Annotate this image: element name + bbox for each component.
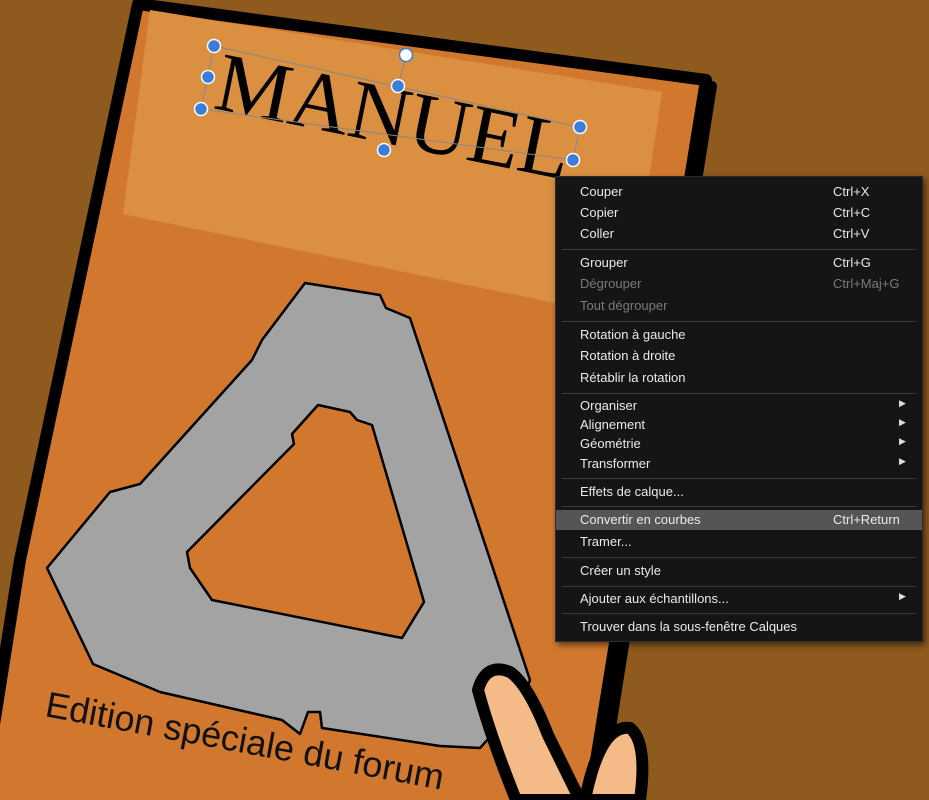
submenu-arrow-icon: ▶ — [899, 417, 906, 427]
resize-handle[interactable] — [565, 152, 581, 168]
menu-item-ungroup: Dégrouper Ctrl+Maj+G — [556, 274, 922, 294]
menu-item-reset-rotation[interactable]: Rétablir la rotation — [556, 368, 922, 388]
submenu-arrow-icon: ▶ — [899, 398, 906, 408]
menu-item-label: Trouver dans la sous-fenêtre Calques — [580, 619, 798, 634]
menu-item-add-to-swatches[interactable]: Ajouter aux échantillons... ▶ — [556, 589, 922, 609]
menu-item-label: Rotation à droite — [580, 348, 676, 363]
menu-item-shortcut: Ctrl+V — [833, 226, 870, 241]
menu-item-transform[interactable]: Transformer ▶ — [556, 454, 922, 474]
resize-handle[interactable] — [376, 142, 392, 158]
menu-item-convert-to-curves[interactable]: Convertir en courbes Ctrl+Return — [556, 510, 922, 530]
menu-item-label: Rotation à gauche — [580, 327, 686, 342]
rotation-handle[interactable] — [398, 47, 414, 63]
menu-item-cut[interactable]: Couper Ctrl+X — [556, 182, 922, 202]
menu-separator — [562, 586, 916, 587]
resize-handle[interactable] — [390, 78, 406, 94]
submenu-arrow-icon: ▶ — [899, 436, 906, 446]
menu-separator — [562, 478, 916, 479]
menu-item-label: Transformer — [580, 456, 651, 471]
menu-separator — [562, 557, 916, 558]
menu-item-shortcut: Ctrl+C — [833, 205, 871, 220]
menu-item-alignment[interactable]: Alignement ▶ — [556, 415, 922, 435]
menu-separator — [562, 321, 916, 322]
resize-handle[interactable] — [193, 101, 209, 117]
menu-item-rotate-right[interactable]: Rotation à droite — [556, 346, 922, 366]
menu-item-label: Tramer... — [580, 534, 632, 549]
menu-item-label: Couper — [580, 184, 623, 199]
resize-handle[interactable] — [572, 119, 588, 135]
menu-item-paste[interactable]: Coller Ctrl+V — [556, 224, 922, 244]
menu-item-label: Alignement — [580, 417, 646, 432]
menu-item-layer-effects[interactable]: Effets de calque... — [556, 482, 922, 502]
menu-item-create-style[interactable]: Créer un style — [556, 561, 922, 581]
menu-item-arrange[interactable]: Organiser ▶ — [556, 396, 922, 416]
submenu-arrow-icon: ▶ — [899, 456, 906, 466]
menu-item-shortcut: Ctrl+Maj+G — [833, 276, 900, 291]
menu-item-geometry[interactable]: Géométrie ▶ — [556, 434, 922, 454]
resize-handle[interactable] — [206, 38, 222, 54]
context-menu: Couper Ctrl+X Copier Ctrl+C Coller Ctrl+V G… — [555, 176, 923, 642]
menu-item-copy[interactable]: Copier Ctrl+C — [556, 203, 922, 223]
menu-item-label: Coller — [580, 226, 614, 241]
menu-item-group[interactable]: Grouper Ctrl+G — [556, 253, 922, 273]
menu-item-shortcut: Ctrl+X — [833, 184, 870, 199]
menu-item-label: Géométrie — [580, 436, 641, 451]
menu-item-label: Effets de calque... — [580, 484, 684, 499]
menu-separator — [562, 249, 916, 250]
menu-separator — [562, 506, 916, 507]
menu-item-shortcut: Ctrl+Return — [833, 512, 900, 527]
menu-item-find-in-layers[interactable]: Trouver dans la sous-fenêtre Calques — [556, 617, 922, 637]
menu-separator — [562, 613, 916, 614]
submenu-arrow-icon: ▶ — [899, 591, 906, 601]
menu-item-label: Convertir en courbes — [580, 512, 701, 527]
menu-item-ungroup-all: Tout dégrouper — [556, 296, 922, 316]
menu-item-label: Grouper — [580, 255, 628, 270]
menu-separator — [562, 393, 916, 394]
menu-item-rasterize[interactable]: Tramer... — [556, 532, 922, 552]
menu-item-label: Copier — [580, 205, 619, 220]
menu-item-label: Rétablir la rotation — [580, 370, 686, 385]
menu-item-label: Dégrouper — [580, 276, 642, 291]
menu-item-shortcut: Ctrl+G — [833, 255, 871, 270]
menu-item-rotate-left[interactable]: Rotation à gauche — [556, 325, 922, 345]
resize-handle[interactable] — [200, 69, 216, 85]
menu-item-label: Ajouter aux échantillons... — [580, 591, 729, 606]
menu-item-label: Créer un style — [580, 563, 661, 578]
menu-item-label: Tout dégrouper — [580, 298, 668, 313]
menu-item-label: Organiser — [580, 398, 638, 413]
